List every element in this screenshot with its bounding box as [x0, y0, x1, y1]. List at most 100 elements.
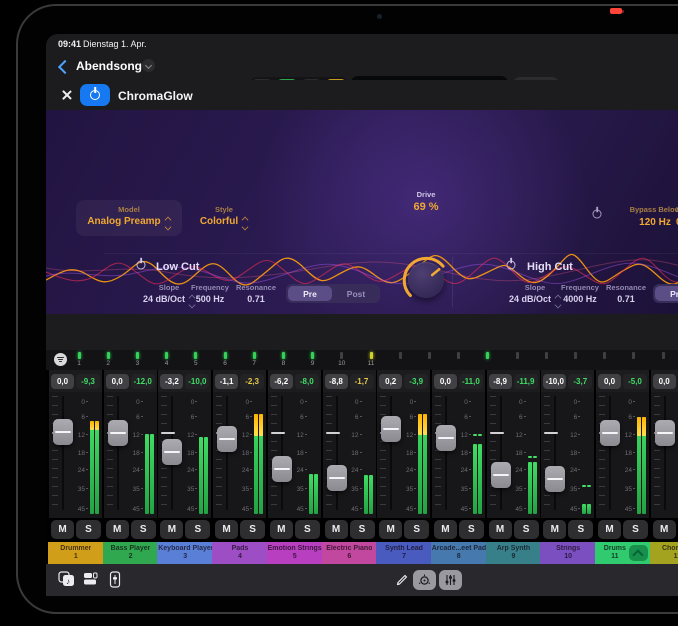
- lowcut-resonance[interactable]: Resonance 0.71: [234, 283, 278, 304]
- mute-button[interactable]: M: [434, 520, 457, 539]
- highcut-frequency[interactable]: Frequency 4000 Hz: [558, 283, 602, 304]
- volume-value[interactable]: 0,0: [51, 374, 74, 389]
- loops-browser-button[interactable]: ♪: [58, 571, 75, 592]
- peak-value[interactable]: -10,0: [185, 374, 209, 389]
- solo-button[interactable]: S: [295, 520, 320, 539]
- fader-cap[interactable]: [108, 420, 128, 446]
- peak-value[interactable]: -8,0: [295, 374, 319, 389]
- drive-knob[interactable]: [398, 252, 454, 308]
- close-icon[interactable]: [61, 89, 73, 101]
- track-name-block[interactable]: Emotion Strings5: [267, 542, 323, 564]
- track-name-block[interactable]: Arp Synth9: [486, 542, 542, 564]
- track-name-block[interactable]: Keyboard Player3: [157, 542, 213, 564]
- volume-value[interactable]: -10,0: [543, 374, 566, 389]
- peak-value[interactable]: -11,0: [459, 374, 483, 389]
- fader-cap[interactable]: [545, 466, 565, 492]
- mute-button[interactable]: M: [51, 520, 74, 539]
- track-name-block[interactable]: Strings10: [540, 542, 596, 564]
- volume-value[interactable]: -3,2: [160, 374, 183, 389]
- cells-view-button[interactable]: [83, 571, 98, 591]
- volume-value[interactable]: 0,0: [106, 374, 129, 389]
- solo-button[interactable]: S: [350, 520, 375, 539]
- mute-button[interactable]: M: [106, 520, 129, 539]
- volume-value[interactable]: 0,0: [653, 374, 676, 389]
- editor-button[interactable]: [109, 571, 121, 593]
- mute-button[interactable]: M: [598, 520, 621, 539]
- solo-button[interactable]: S: [623, 520, 648, 539]
- fader-cap[interactable]: [53, 419, 73, 445]
- bypass-below-control[interactable]: Bypass Below 120 Hz: [619, 205, 678, 228]
- volume-value[interactable]: 0,2: [379, 374, 402, 389]
- peak-value[interactable]: -5,0: [623, 374, 647, 389]
- fader-cap[interactable]: [600, 420, 620, 446]
- filter-icon[interactable]: [54, 353, 67, 366]
- model-selector[interactable]: Model Analog Preamp: [76, 200, 182, 236]
- track-name-block[interactable]: Pads4: [212, 542, 268, 564]
- project-name[interactable]: Abendsong: [76, 59, 142, 73]
- fader-cap[interactable]: [327, 465, 347, 491]
- fader-cap[interactable]: [655, 420, 675, 446]
- peak-value[interactable]: -1,7: [350, 374, 374, 389]
- mixer-view-button[interactable]: [439, 570, 462, 590]
- track-name-block[interactable]: Arcade...eet Pad8: [431, 542, 487, 564]
- collapse-chevron-icon[interactable]: [629, 545, 648, 561]
- peak-value[interactable]: -11,9: [514, 374, 538, 389]
- mute-button[interactable]: M: [543, 520, 566, 539]
- mute-button[interactable]: M: [270, 520, 293, 539]
- mute-button[interactable]: M: [379, 520, 402, 539]
- project-disclosure-icon[interactable]: [142, 59, 155, 72]
- solo-button[interactable]: S: [459, 520, 484, 539]
- volume-value[interactable]: 0,0: [434, 374, 457, 389]
- mute-button[interactable]: M: [489, 520, 512, 539]
- volume-value[interactable]: 0,0: [598, 374, 621, 389]
- solo-button[interactable]: S: [185, 520, 210, 539]
- pencil-button[interactable]: [395, 573, 409, 592]
- mute-button[interactable]: M: [160, 520, 183, 539]
- mute-button[interactable]: M: [215, 520, 238, 539]
- fader-cap[interactable]: [491, 462, 511, 488]
- fader-cap[interactable]: [217, 426, 237, 452]
- track-name-block[interactable]: Chorus V12: [650, 542, 678, 564]
- mute-button[interactable]: M: [653, 520, 676, 539]
- controls-view-button[interactable]: [413, 570, 436, 590]
- back-chevron-icon[interactable]: [60, 62, 70, 72]
- solo-button[interactable]: S: [514, 520, 539, 539]
- track-name-block[interactable]: Synth Lead7: [376, 542, 432, 564]
- peak-value[interactable]: -2,3: [240, 374, 264, 389]
- lowcut-post-button[interactable]: Post: [334, 286, 378, 301]
- mute-button[interactable]: M: [325, 520, 348, 539]
- track-name-block[interactable]: Bass Player2: [103, 542, 159, 564]
- track-name-block[interactable]: Drums11: [595, 542, 651, 564]
- lowcut-pre-button[interactable]: Pre: [288, 286, 332, 301]
- highcut-power-icon[interactable]: [506, 260, 516, 270]
- bypass-power-icon[interactable]: [592, 209, 602, 219]
- fader-cap[interactable]: [381, 416, 401, 442]
- fader-cap[interactable]: [272, 456, 292, 482]
- solo-button[interactable]: S: [404, 520, 429, 539]
- peak-value[interactable]: -9,3: [76, 374, 100, 389]
- plugin-power-button[interactable]: [80, 84, 110, 106]
- highcut-resonance[interactable]: Resonance 0.71: [604, 283, 648, 304]
- peak-value[interactable]: -3,9: [404, 374, 428, 389]
- peak-value[interactable]: -3,7: [568, 374, 592, 389]
- volume-value[interactable]: -8,8: [325, 374, 348, 389]
- volume-value[interactable]: -6,2: [270, 374, 293, 389]
- volume-value[interactable]: -1,1: [215, 374, 238, 389]
- fader-cap[interactable]: [162, 439, 182, 465]
- track-name-block[interactable]: Drummer1: [48, 542, 104, 564]
- solo-button[interactable]: S: [131, 520, 156, 539]
- solo-button[interactable]: S: [240, 520, 265, 539]
- solo-button[interactable]: S: [76, 520, 101, 539]
- lowcut-power-icon[interactable]: [136, 260, 146, 270]
- highcut-pre-button[interactable]: Pre: [655, 286, 678, 301]
- channel-strip: 061218243545: [377, 392, 430, 518]
- peak-value[interactable]: -12,0: [131, 374, 155, 389]
- solo-button[interactable]: S: [568, 520, 593, 539]
- track-name-block[interactable]: Electric Piano6: [322, 542, 378, 564]
- lowcut-frequency[interactable]: Frequency 500 Hz: [188, 283, 232, 304]
- volume-value[interactable]: -8,9: [489, 374, 512, 389]
- style-selector[interactable]: Style Colorful: [186, 205, 262, 230]
- fader-cap[interactable]: [436, 425, 456, 451]
- db-scale-label: 12: [622, 432, 635, 439]
- highcut-slope[interactable]: Slope 24 dB/Oct: [504, 283, 566, 308]
